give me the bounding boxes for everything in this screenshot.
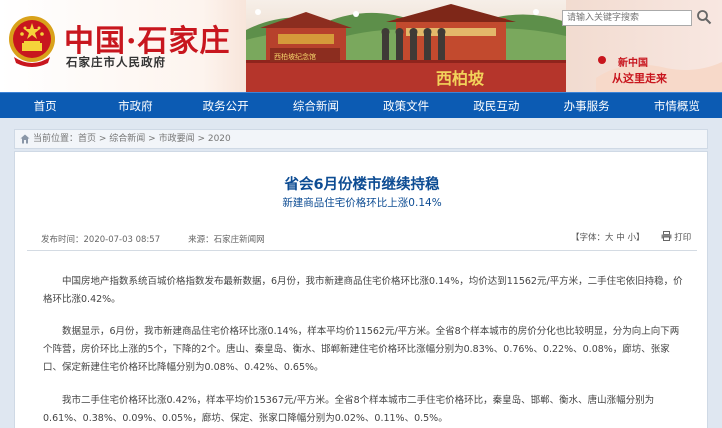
search-input[interactable]: [562, 10, 692, 26]
breadcrumb-separator: >: [96, 134, 110, 144]
print-button[interactable]: 打印: [674, 233, 691, 243]
search-icon: [697, 10, 712, 25]
breadcrumb-separator: >: [194, 134, 208, 144]
article-paragraph: 中国房地产指数系统百城价格指数发布最新数据，6月份，我市新建商品住宅价格环比涨0…: [43, 276, 683, 305]
site-header: 中国·石家庄 石家庄市人民政府 西柏坡 西柏坡纪念馆 新中国 从这里走来 请输入…: [0, 0, 722, 92]
breadcrumb-home[interactable]: 首页: [78, 134, 96, 144]
breadcrumb-separator: >: [145, 134, 159, 144]
breadcrumb-city-news[interactable]: 市政要闻: [159, 134, 195, 144]
article-paragraph: 数据显示，6月份，我市新建商品住宅价格环比涨0.14%，样本平均价11562元/…: [43, 326, 680, 373]
nav-item-news[interactable]: 综合新闻: [271, 93, 361, 118]
font-size-large[interactable]: 大: [605, 233, 614, 243]
nav-item-city-government[interactable]: 市政府: [90, 93, 180, 118]
article-paragraph: 我市二手住宅价格环比涨0.42%，样本平均价15367元/平方米。全省8个样本城…: [43, 395, 655, 424]
slogan-graphic: 新中国 从这里走来: [596, 56, 722, 92]
breadcrumb-news[interactable]: 综合新闻: [109, 134, 145, 144]
search-button[interactable]: [695, 9, 713, 27]
breadcrumb-year[interactable]: 2020: [208, 134, 231, 144]
svg-text:新中国: 新中国: [618, 56, 648, 69]
font-size-label: 【字体：: [571, 233, 606, 243]
divider: [27, 250, 697, 251]
svg-text:西柏坡纪念馆: 西柏坡纪念馆: [274, 52, 316, 61]
nav-item-interaction[interactable]: 政民互动: [451, 93, 541, 118]
font-size-medium[interactable]: 中: [616, 233, 625, 243]
font-size-close: 】: [635, 233, 645, 243]
home-icon: [20, 134, 30, 144]
site-subtitle: 石家庄市人民政府: [66, 55, 166, 69]
svg-text:从这里走来: 从这里走来: [612, 71, 668, 85]
print-icon[interactable]: [661, 231, 672, 241]
article-meta: 发布时间：2020-07-03 08:57 来源：石家庄新闻网: [41, 233, 265, 245]
svg-text:西柏坡: 西柏坡: [436, 69, 485, 88]
nav-item-home[interactable]: 首页: [0, 93, 91, 118]
publish-time: 发布时间：2020-07-03 08:57: [41, 235, 161, 245]
article-card: 省会6月份楼市继续持稳 新建商品住宅价格环比上涨0.14% 发布时间：2020-…: [14, 151, 708, 428]
main-nav: 首页 市政府 政务公开 综合新闻 政策文件 政民互动 办事服务 市情概览: [0, 92, 722, 118]
breadcrumb: 当前位置：首页 > 综合新闻 > 市政要闻 > 2020: [14, 129, 708, 149]
nav-item-services[interactable]: 办事服务: [542, 93, 632, 118]
font-size-small[interactable]: 小: [627, 233, 636, 243]
article-tools: 【字体：大 中 小】 打印: [571, 231, 691, 243]
breadcrumb-prefix: 当前位置：: [33, 134, 79, 144]
article-title: 省会6月份楼市继续持稳: [284, 177, 440, 193]
article-subtitle: 新建商品住宅价格环比上涨0.14%: [282, 197, 442, 209]
article-source: 来源：石家庄新闻网: [188, 235, 265, 245]
nav-item-policy-documents[interactable]: 政策文件: [361, 93, 451, 118]
nav-item-government-affairs[interactable]: 政务公开: [181, 93, 271, 118]
national-emblem-icon: [9, 16, 55, 67]
banner-photo: 西柏坡 西柏坡纪念馆: [246, 0, 566, 92]
nav-item-city-overview[interactable]: 市情概览: [632, 93, 722, 118]
